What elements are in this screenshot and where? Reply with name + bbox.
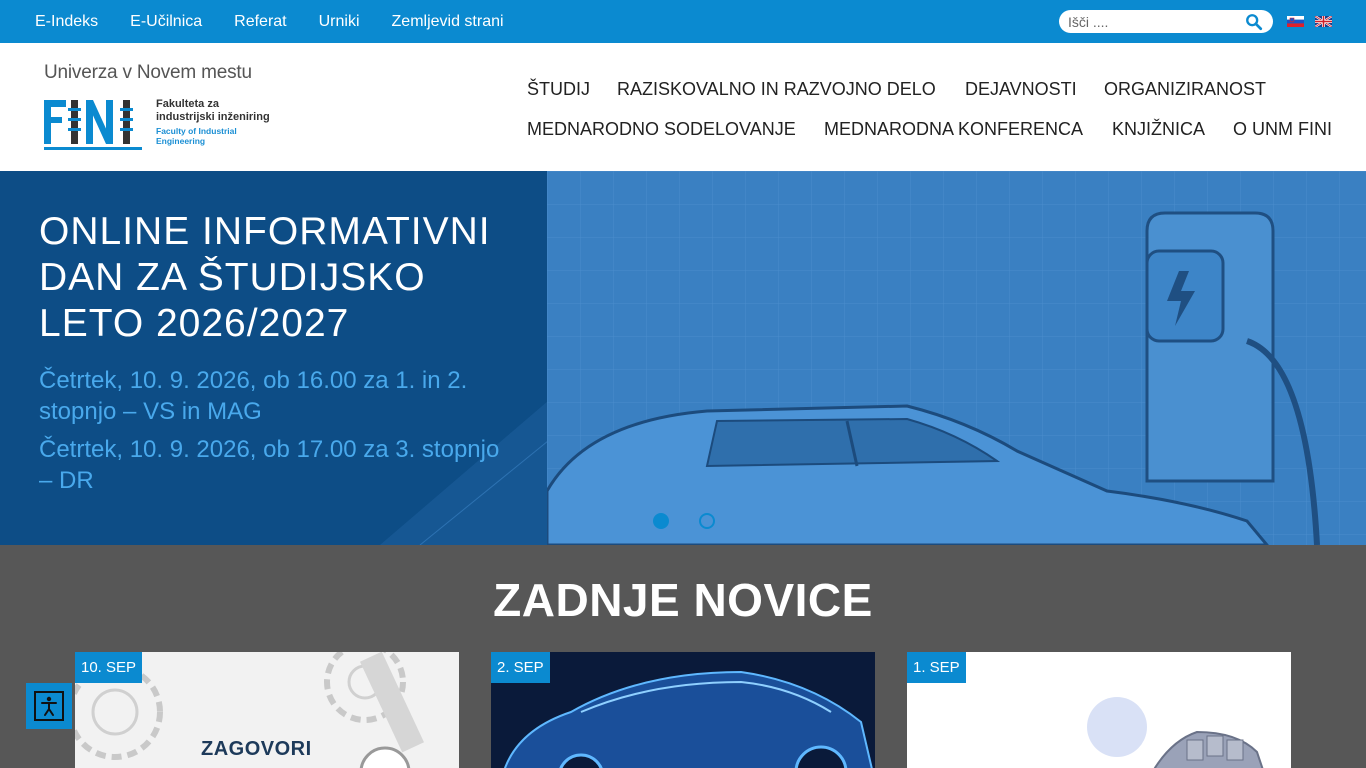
nav-dejavnosti[interactable]: DEJAVNOSTI bbox=[965, 79, 1077, 100]
news-date-1: 10. SEP bbox=[75, 652, 143, 683]
accessibility-button[interactable] bbox=[26, 683, 72, 729]
fini-logo-mark bbox=[44, 100, 142, 150]
link-zemljevid-strani[interactable]: Zemljevid strani bbox=[392, 13, 504, 31]
link-referat[interactable]: Referat bbox=[234, 13, 286, 31]
nav-raziskovalno-in-razvojno-delo[interactable]: RAZISKOVALNO IN RAZVOJNO DELO bbox=[617, 79, 936, 100]
hero-title: ONLINE INFORMATIVNI DAN ZA ŠTUDIJSKO LET… bbox=[39, 210, 491, 345]
news-heading: ZADNJE NOVICE bbox=[493, 574, 873, 626]
accessibility-icon-frame bbox=[34, 691, 64, 721]
link-e-ucilnica[interactable]: E-Učilnica bbox=[130, 13, 202, 31]
link-e-indeks[interactable]: E-Indeks bbox=[35, 13, 98, 31]
hero-image bbox=[547, 171, 1366, 545]
slider-dot-1[interactable] bbox=[653, 513, 669, 529]
faculty-name-line2: industrijski inženiring bbox=[156, 111, 270, 123]
slovenian-flag-icon[interactable] bbox=[1287, 16, 1304, 27]
news-card-1-text: ZAGOVORI bbox=[201, 738, 312, 760]
english-flag-icon[interactable] bbox=[1315, 16, 1332, 27]
top-bar: E-Indeks E-Učilnica Referat Urniki Zemlj… bbox=[0, 0, 1366, 43]
nav-o-unm-fini[interactable]: O UNM FINI bbox=[1233, 119, 1332, 140]
university-name: Univerza v Novem mestu bbox=[44, 62, 252, 83]
utility-links: E-Indeks E-Učilnica Referat Urniki Zemlj… bbox=[35, 0, 536, 43]
slider-dot-2[interactable] bbox=[699, 513, 715, 529]
accessibility-icon bbox=[41, 696, 57, 716]
site-logo[interactable]: Univerza v Novem mestu Fakulteta za indu… bbox=[44, 62, 284, 154]
hero-subtitle-2: Četrtek, 10. 9. 2026, ob 17.00 za 3. sto… bbox=[39, 436, 500, 494]
news-date-2: 2. SEP bbox=[491, 652, 550, 683]
nav-mednarodno-sodelovanje[interactable]: MEDNARODNO SODELOVANJE bbox=[527, 119, 796, 140]
news-card-2[interactable]: 2. SEP bbox=[491, 652, 875, 768]
faculty-name-line1: Fakulteta za bbox=[156, 98, 219, 110]
news-card-1[interactable]: 10. SEP ZAGOVORI bbox=[75, 652, 459, 768]
nav-knjiznica[interactable]: KNJIŽNICA bbox=[1112, 119, 1205, 140]
search-icon[interactable] bbox=[1245, 13, 1263, 31]
link-urniki[interactable]: Urniki bbox=[319, 13, 360, 31]
news-card-3[interactable]: 1. SEP bbox=[907, 652, 1291, 768]
news-date-3: 1. SEP bbox=[907, 652, 966, 683]
car-charging-illustration bbox=[547, 171, 1366, 545]
search-box bbox=[1059, 10, 1273, 33]
nav-studij[interactable]: ŠTUDIJ bbox=[527, 79, 590, 100]
search-input[interactable] bbox=[1068, 12, 1238, 31]
faculty-name-english: Faculty of Industrial Engineering bbox=[156, 126, 237, 146]
nav-organiziranost[interactable]: ORGANIZIRANOST bbox=[1104, 79, 1266, 100]
hero-subtitle-1: Četrtek, 10. 9. 2026, ob 16.00 za 1. in … bbox=[39, 367, 468, 425]
nav-mednarodna-konferenca[interactable]: MEDNARODNA KONFERENCA bbox=[824, 119, 1083, 140]
hero-slider: ONLINE INFORMATIVNI DAN ZA ŠTUDIJSKO LET… bbox=[0, 171, 1366, 545]
news-section: ZADNJE NOVICE 10. SEP ZAGOVORI 2. SEP 1.… bbox=[0, 545, 1366, 768]
